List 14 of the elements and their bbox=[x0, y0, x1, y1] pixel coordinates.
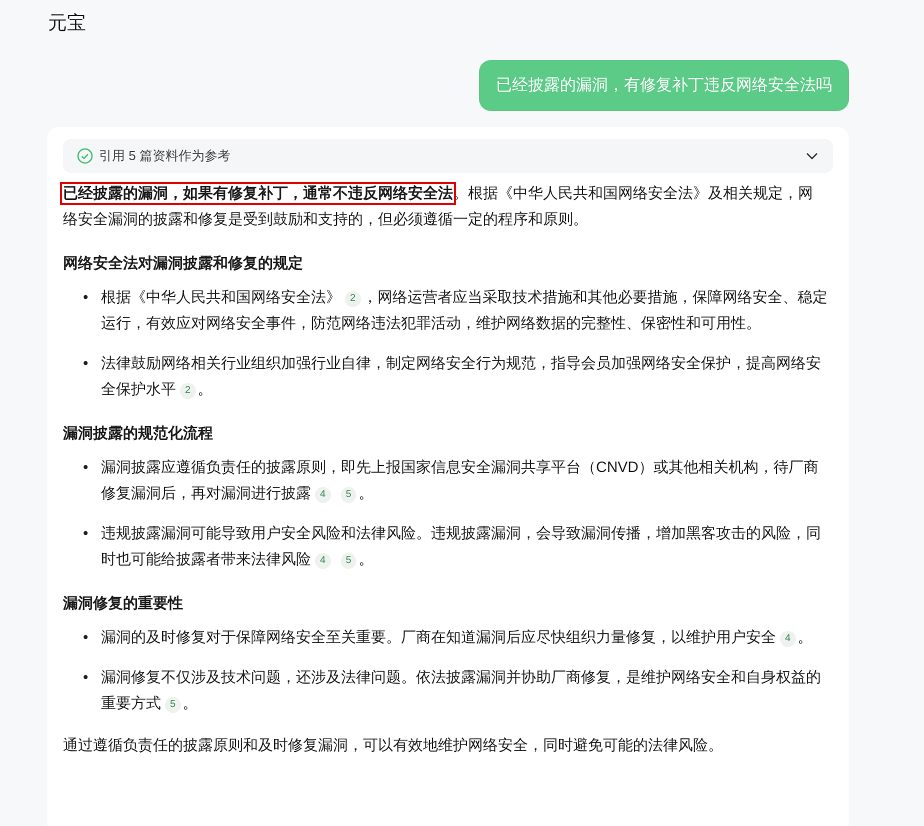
bullet-marker: • bbox=[83, 354, 90, 374]
bullet-marker: • bbox=[83, 524, 90, 544]
section-heading: 漏洞修复的重要性 bbox=[63, 594, 184, 614]
references-dropdown[interactable]: 引用 5 篇资料作为参考 bbox=[63, 139, 833, 173]
bullet-marker: • bbox=[83, 628, 90, 648]
user-message-bubble: 已经披露的漏洞，有修复补丁违反网络安全法吗 bbox=[479, 60, 849, 111]
check-circle-icon bbox=[77, 148, 93, 164]
section-heading: 漏洞披露的规范化流程 bbox=[63, 424, 214, 444]
section-heading: 网络安全法对漏洞披露和修复的规定 bbox=[63, 254, 304, 274]
conclusion-text: 通过遵循负责任的披露原则和及时修复漏洞，可以有效地维护网络安全，同时避免可能的法律风险。 bbox=[63, 736, 724, 756]
bullet-marker: • bbox=[83, 668, 90, 688]
bullet-marker: • bbox=[83, 458, 90, 478]
app-title: 元宝 bbox=[47, 12, 87, 36]
bullet-marker: • bbox=[83, 288, 90, 308]
